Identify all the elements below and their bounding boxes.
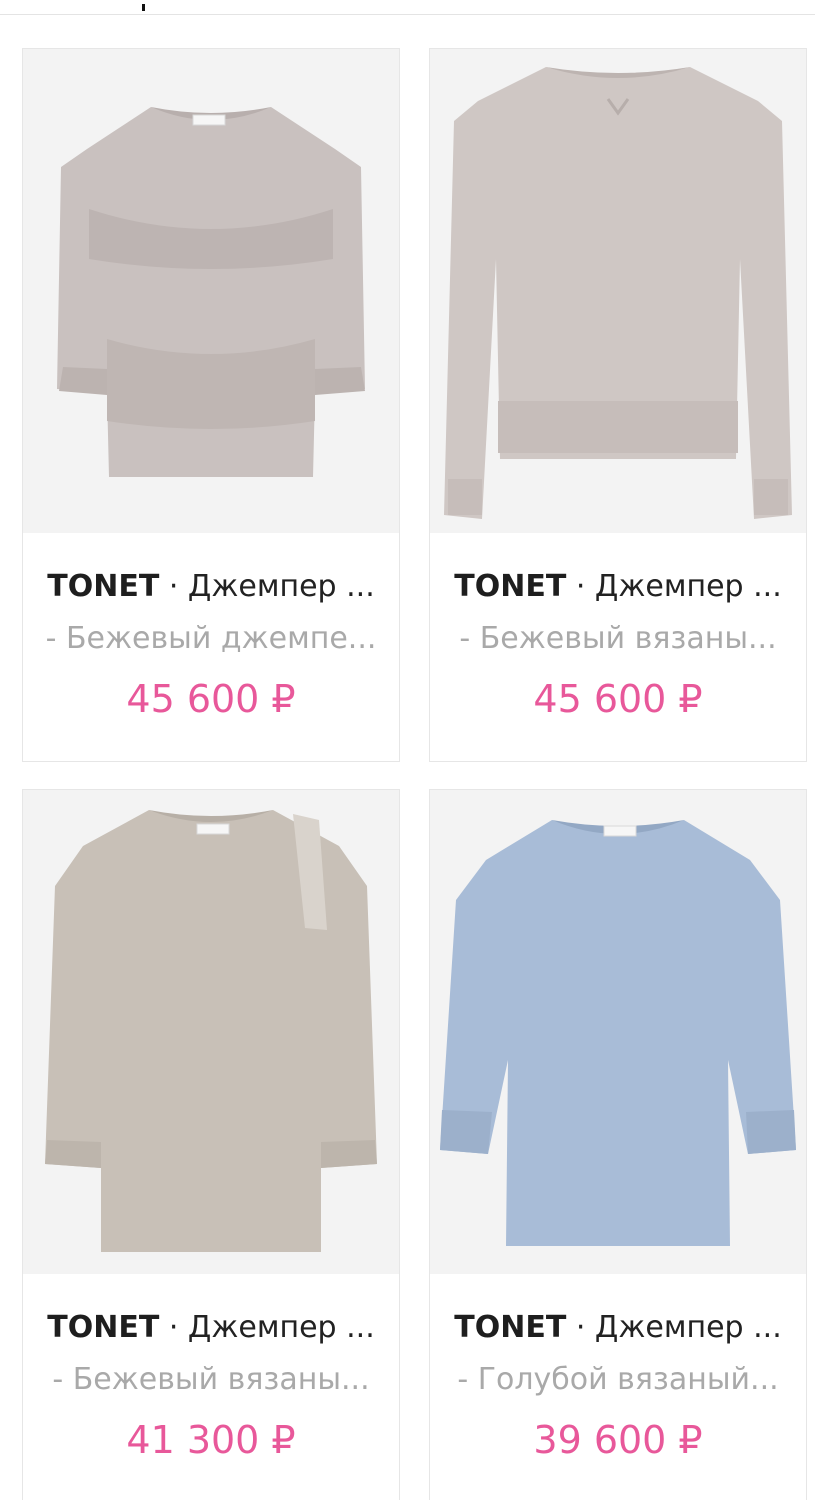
product-brand: TONET <box>454 569 567 604</box>
product-price: 45 600 ₽ <box>533 677 703 721</box>
product-card[interactable]: TONET · Джемпер ... - Бежевый вязаны... … <box>429 48 807 762</box>
product-name: Джемпер ... <box>187 1310 375 1345</box>
product-description: - Бежевый вязаны... <box>52 1362 370 1397</box>
top-bar-stub <box>142 4 145 11</box>
title-separator: · <box>575 1310 586 1345</box>
product-title[interactable]: TONET · Джемпер ... <box>33 567 389 607</box>
product-title[interactable]: TONET · Джемпер ... <box>440 567 796 607</box>
product-price: 39 600 ₽ <box>533 1418 703 1462</box>
product-price: 45 600 ₽ <box>126 677 296 721</box>
product-image[interactable] <box>430 790 806 1274</box>
product-card[interactable]: TONET · Джемпер ... - Бежевый джемпе... … <box>22 48 400 762</box>
product-brand: TONET <box>47 1310 160 1345</box>
title-separator: · <box>168 1310 179 1345</box>
product-card[interactable]: TONET · Джемпер ... - Голубой вязаный...… <box>429 789 807 1500</box>
product-image[interactable] <box>23 790 399 1274</box>
product-description: - Голубой вязаный... <box>457 1362 779 1397</box>
sweater-lace-beige-image <box>23 49 399 533</box>
sweater-knit-blue-image <box>430 790 806 1274</box>
product-brand: TONET <box>47 569 160 604</box>
product-title[interactable]: TONET · Джемпер ... <box>33 1308 389 1348</box>
product-price: 41 300 ₽ <box>126 1418 296 1462</box>
product-name: Джемпер ... <box>594 569 782 604</box>
title-separator: · <box>168 569 179 604</box>
sweater-fringe-beige-image <box>23 790 399 1274</box>
product-grid-page: TONET · Джемпер ... - Бежевый джемпе... … <box>0 0 815 1500</box>
product-brand: TONET <box>454 1310 567 1345</box>
product-description: - Бежевый джемпе... <box>45 621 377 656</box>
product-title[interactable]: TONET · Джемпер ... <box>440 1308 796 1348</box>
title-separator: · <box>575 569 586 604</box>
product-name: Джемпер ... <box>594 1310 782 1345</box>
product-description: - Бежевый вязаны... <box>459 621 777 656</box>
product-image[interactable] <box>430 49 806 533</box>
product-card[interactable]: TONET · Джемпер ... - Бежевый вязаны... … <box>22 789 400 1500</box>
top-bar <box>0 0 815 15</box>
product-name: Джемпер ... <box>187 569 375 604</box>
product-image[interactable] <box>23 49 399 533</box>
sweater-knit-beige-image <box>430 49 806 533</box>
